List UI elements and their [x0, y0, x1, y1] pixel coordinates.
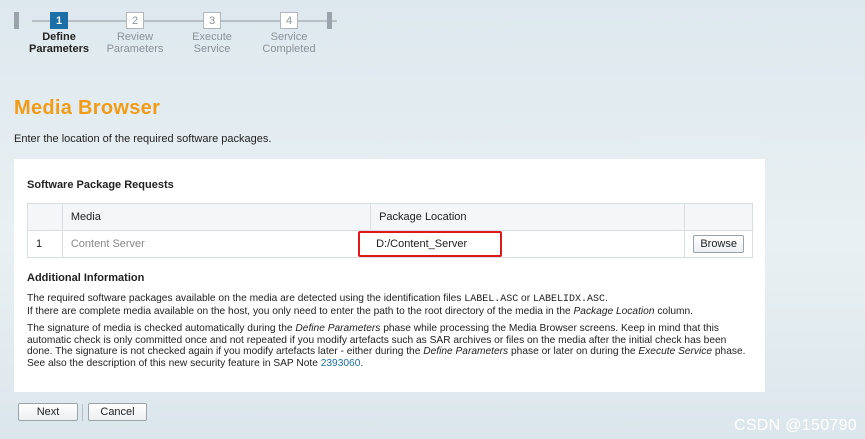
table-row: 1 Content Server D:/Content_Server Brows… — [27, 230, 753, 258]
button-separator — [82, 404, 83, 421]
page-title: Media Browser — [14, 97, 161, 119]
cancel-button[interactable]: Cancel — [88, 403, 147, 421]
package-requests-table: Media Package Location 1 Content Server … — [27, 203, 753, 258]
roadmap-steps: 1 Define Parameters 2 Review Parameters 3 … — [14, 12, 337, 56]
column-header-index — [27, 203, 63, 231]
table-header-row: Media Package Location — [27, 203, 753, 231]
row-index: 1 — [27, 230, 63, 258]
browse-button[interactable]: Browse — [693, 235, 744, 253]
column-header-media: Media — [61, 203, 372, 231]
step-number: 2 — [126, 12, 144, 29]
step-service-completed: 4 Service Completed — [244, 12, 334, 55]
labelidx-file-name: LABELIDX.ASC — [532, 294, 605, 305]
package-location-input[interactable]: D:/Content_Server — [358, 231, 503, 257]
label-file-name: LABEL.ASC — [464, 294, 519, 305]
content-panel: Software Package Requests Media Package … — [14, 159, 765, 392]
column-header-package-location: Package Location — [370, 203, 686, 231]
step-number: 1 — [50, 12, 68, 29]
additional-info-paragraph-2: The signature of media is checked automa… — [27, 323, 746, 369]
column-header-action — [684, 203, 753, 231]
row-media: Content Server — [61, 230, 372, 258]
sap-note-link[interactable]: 2393060 — [321, 358, 361, 369]
page-intro: Enter the location of the required softw… — [14, 133, 272, 145]
step-number: 4 — [280, 12, 298, 29]
row-package-location-cell: D:/Content_Server — [358, 230, 686, 258]
additional-info-paragraph-1: The required software packages available… — [27, 293, 694, 317]
next-button[interactable]: Next — [18, 403, 78, 421]
step-number: 3 — [203, 12, 221, 29]
row-action-cell: Browse — [684, 230, 753, 258]
watermark: CSDN @150790 — [733, 417, 857, 434]
step-label: Service Completed — [262, 31, 316, 55]
additional-info-title: Additional Information — [27, 272, 145, 284]
section-title: Software Package Requests — [27, 179, 174, 191]
